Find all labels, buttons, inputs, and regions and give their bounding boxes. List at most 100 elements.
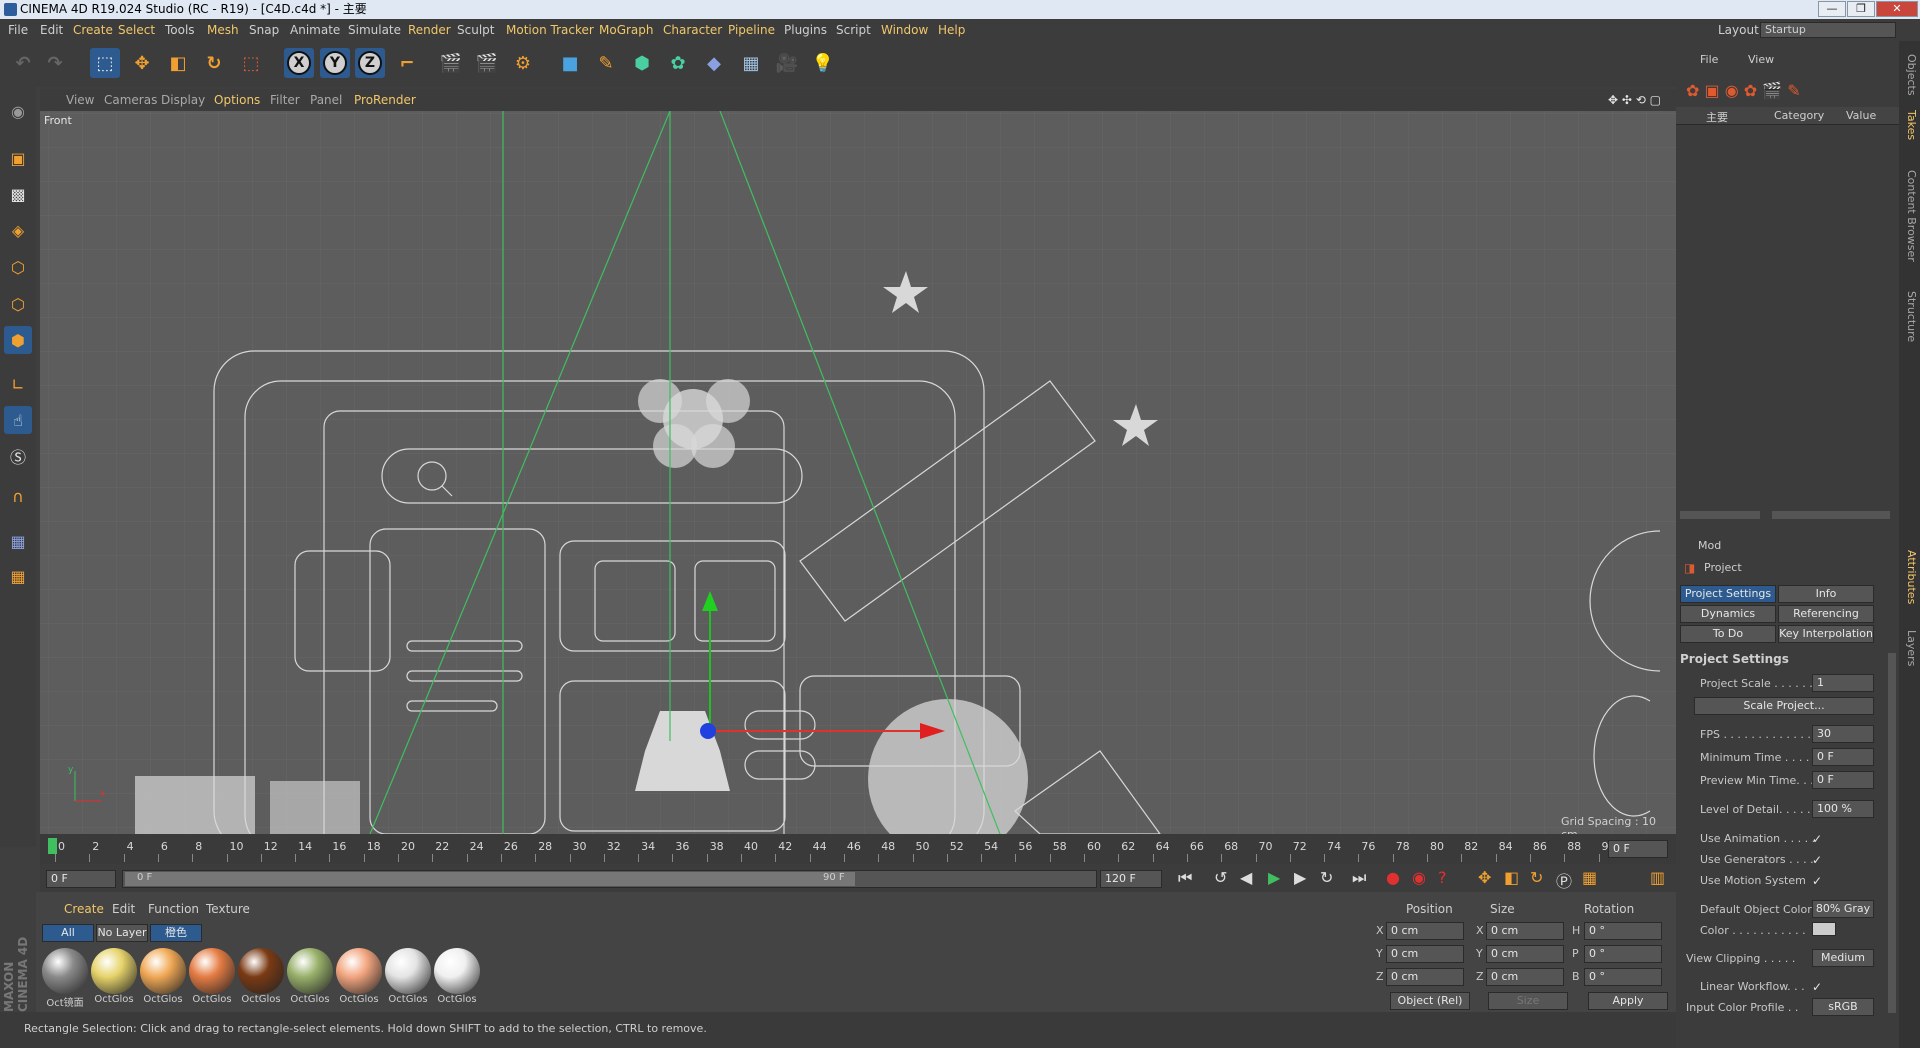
next-key-icon[interactable]: ↻ [1320, 868, 1333, 887]
menu-edit[interactable]: Edit [40, 19, 63, 41]
filter-all-tab[interactable]: All [42, 924, 94, 942]
coord-rotation-field[interactable]: 0 ° [1584, 968, 1662, 986]
om-menu-view[interactable]: View [1748, 53, 1774, 66]
apply-button[interactable]: Apply [1588, 992, 1668, 1010]
use-animation-checkbox[interactable]: ✓ [1810, 832, 1824, 846]
magnet-icon[interactable]: ∩ [4, 482, 32, 510]
side-tab-takes[interactable]: Takes [1901, 105, 1918, 145]
coord-size-mode-select[interactable]: Size [1488, 992, 1568, 1010]
key-position-icon[interactable]: ✥ [1478, 868, 1491, 887]
coord-position-field[interactable]: 0 cm [1386, 968, 1464, 986]
rotate-icon[interactable]: ↻ [199, 48, 229, 78]
material-swatch[interactable]: OctGlos [238, 948, 284, 1006]
default-color-select[interactable]: 80% Gray [1812, 900, 1874, 918]
menu-simulate[interactable]: Simulate [348, 19, 401, 41]
axis-mode-icon[interactable]: ∟ [4, 370, 32, 398]
pen-icon[interactable]: ✎ [591, 48, 621, 78]
end-frame-field[interactable]: 120 F [1100, 870, 1162, 888]
linear-workflow-checkbox[interactable]: ✓ [1810, 980, 1824, 994]
planar-workplane-icon[interactable]: ▦ [4, 562, 32, 590]
tab-key-interpolation[interactable]: Key Interpolation [1778, 625, 1874, 643]
workplane-icon[interactable]: ◈ [4, 216, 32, 244]
min-time-field[interactable]: 0 F [1812, 748, 1874, 766]
material-swatch[interactable]: OctGlos [336, 948, 382, 1006]
coord-mode-select[interactable]: Object (Rel) [1390, 992, 1470, 1010]
viewport-menu-options[interactable]: Options [214, 89, 260, 111]
model-mode-icon[interactable]: ▣ [4, 144, 32, 172]
menu-sculpt[interactable]: Sculpt [457, 19, 494, 41]
viewport-menu-filter[interactable]: Filter [270, 89, 300, 111]
menu-mesh[interactable]: Mesh [207, 19, 239, 41]
record-icon[interactable]: ● [1386, 868, 1400, 887]
scale-project-button[interactable]: Scale Project... [1694, 697, 1874, 715]
keyframe-selection-icon[interactable]: ? [1438, 868, 1447, 887]
mat-menu-function[interactable]: Function [148, 902, 199, 916]
edges-mode-icon[interactable]: ⬡ [4, 290, 32, 318]
mat-menu-create[interactable]: Create [64, 902, 104, 916]
coord-size-field[interactable]: 0 cm [1486, 945, 1564, 963]
mat-menu-edit[interactable]: Edit [112, 902, 135, 916]
material-swatch[interactable]: OctGlos [189, 948, 235, 1006]
material-swatch[interactable]: Oct镜面 [42, 948, 88, 1009]
maximize-button[interactable]: ❐ [1847, 1, 1875, 17]
menu-animate[interactable]: Animate [290, 19, 340, 41]
prev-frame-icon[interactable]: ◀ [1240, 868, 1252, 887]
make-editable-icon[interactable]: ◉ [4, 97, 32, 125]
render-settings-icon[interactable]: ⚙ [508, 48, 538, 78]
points-mode-icon[interactable]: ⬡ [4, 253, 32, 281]
cube-icon[interactable]: ■ [555, 48, 585, 78]
range-slider-handle[interactable] [125, 872, 855, 886]
input-color-select[interactable]: sRGB [1812, 998, 1874, 1016]
viewport-canvas[interactable] [40, 111, 1676, 834]
lod-field[interactable]: 100 % [1812, 800, 1874, 818]
goto-start-icon[interactable]: ⏮ [1178, 868, 1192, 888]
autokey-icon[interactable]: ◉ [1412, 868, 1426, 887]
key-parameter-icon[interactable]: Ⓟ [1556, 868, 1572, 892]
coord-rotation-field[interactable]: 0 ° [1584, 945, 1662, 963]
key-scale-icon[interactable]: ◧ [1504, 868, 1519, 887]
coord-position-field[interactable]: 0 cm [1386, 945, 1464, 963]
deformer-icon[interactable]: ◆ [699, 48, 729, 78]
attr-vscroll[interactable] [1888, 653, 1896, 1013]
om-tool-icons[interactable]: ✿ ▣ ◉ ✿ 🎬 ✎ [1686, 81, 1801, 100]
key-pla-icon[interactable]: ▦ [1582, 868, 1597, 887]
tab-referencing[interactable]: Referencing [1778, 605, 1874, 623]
menu-mograph[interactable]: MoGraph [599, 19, 654, 41]
coordinate-system-icon[interactable]: ⌐ [392, 48, 422, 78]
menu-render[interactable]: Render [408, 19, 451, 41]
current-frame-field[interactable]: 0 F [1608, 840, 1668, 858]
coord-position-field[interactable]: 0 cm [1386, 922, 1464, 940]
menu-tools[interactable]: Tools [165, 19, 195, 41]
camera-icon[interactable]: 🎥 [772, 48, 802, 78]
lock-workplane-icon[interactable]: ▦ [4, 527, 32, 555]
scale-icon[interactable]: ◧ [163, 48, 193, 78]
tweak-mode-icon[interactable]: ☝ [4, 406, 32, 434]
axis-y-button[interactable]: Y [320, 48, 350, 78]
viewport-menu-panel[interactable]: Panel [310, 89, 342, 111]
om-tree[interactable] [1676, 125, 1899, 559]
render-picture-queue-icon[interactable]: 🎬 [472, 48, 502, 78]
viewport-menu-cameras[interactable]: Cameras [104, 89, 157, 111]
project-scale-field[interactable]: 1 [1812, 674, 1874, 692]
om-hscroll-2[interactable] [1772, 511, 1890, 519]
start-frame-field[interactable]: 0 F [46, 870, 116, 888]
viewport-menu-view[interactable]: View [66, 89, 94, 111]
view-clipping-select[interactable]: Medium [1812, 949, 1874, 967]
render-view-icon[interactable]: 🎬 [436, 48, 466, 78]
play-icon[interactable]: ▶ [1268, 868, 1280, 887]
minimize-button[interactable]: — [1818, 1, 1846, 17]
viewport-menu-prorender[interactable]: ProRender [354, 89, 416, 111]
texture-mode-icon[interactable]: ▩ [4, 180, 32, 208]
menu-pipeline[interactable]: Pipeline [728, 19, 775, 41]
subdivision-icon[interactable]: ⬢ [627, 48, 657, 78]
om-hscroll[interactable] [1680, 511, 1760, 519]
tab-project-settings[interactable]: Project Settings [1680, 585, 1776, 603]
select-recent-icon[interactable]: ⬚ [236, 48, 266, 78]
material-swatch[interactable]: OctGlos [385, 948, 431, 1006]
filter-no-layer-tab[interactable]: No Layer [96, 924, 148, 942]
close-button[interactable]: ✕ [1876, 1, 1918, 17]
coord-rotation-field[interactable]: 0 ° [1584, 922, 1662, 940]
side-tab-content-browser[interactable]: Content Browser [1901, 151, 1918, 281]
filter-orange-tab[interactable]: 橙色 [150, 924, 202, 942]
viewport-menu-display[interactable]: Display [161, 89, 205, 111]
